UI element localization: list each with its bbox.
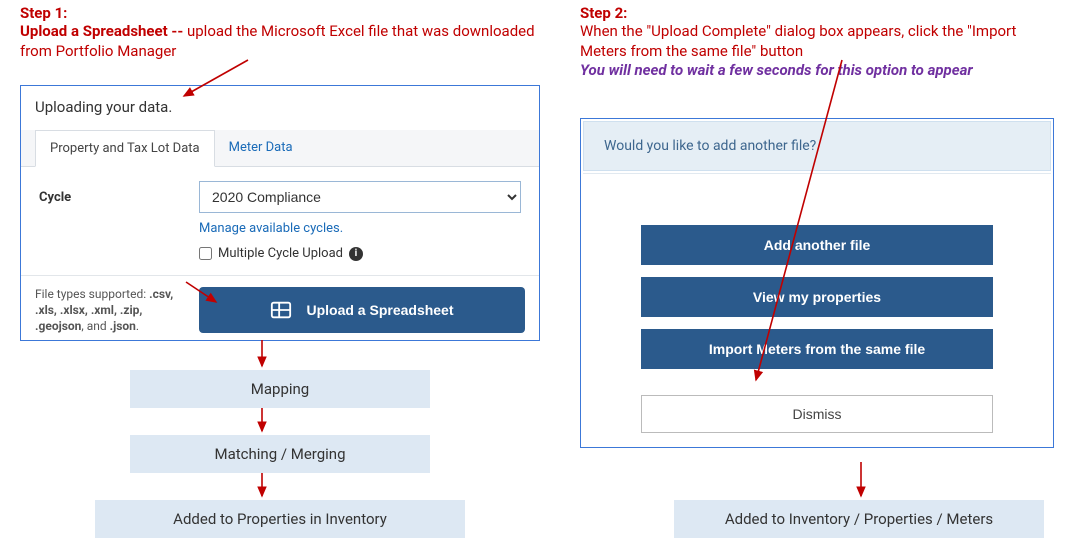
cycle-label: Cycle — [39, 190, 179, 205]
step1-bold: Upload a Spreadsheet -- — [20, 22, 187, 40]
cycle-select[interactable]: 2020 Compliance — [199, 181, 521, 213]
flow-added-inventory: Added to Properties in Inventory — [95, 500, 465, 538]
upload-spreadsheet-button[interactable]: Upload a Spreadsheet — [199, 287, 525, 333]
step2-note: You will need to wait a few seconds for … — [580, 61, 1050, 79]
cycle-row: Cycle 2020 Compliance — [21, 167, 539, 217]
multi-cycle-row: Multiple Cycle Upload i — [199, 246, 539, 261]
dialog-panel: Would you like to add another file? Add … — [580, 118, 1054, 448]
dialog-title: Would you like to add another file? — [583, 121, 1051, 171]
step1-text: Upload a Spreadsheet -- upload the Micro… — [20, 22, 540, 61]
add-another-file-button[interactable]: Add another file — [641, 225, 993, 265]
view-properties-button[interactable]: View my properties — [641, 277, 993, 317]
file-types-text: File types supported: .csv, .xls, .xlsx,… — [35, 286, 185, 335]
step2-header: Step 2: When the "Upload Complete" dialo… — [580, 4, 1050, 79]
upload-panel-title: Uploading your data. — [21, 86, 539, 130]
flow-added-meters: Added to Inventory / Properties / Meters — [674, 500, 1044, 538]
multi-cycle-checkbox[interactable] — [199, 247, 212, 260]
step1-header: Step 1: Upload a Spreadsheet -- upload t… — [20, 4, 540, 61]
flow-matching: Matching / Merging — [130, 435, 430, 473]
step2-text: When the "Upload Complete" dialog box ap… — [580, 22, 1050, 61]
info-icon[interactable]: i — [349, 247, 363, 261]
step2-label: Step 2: — [580, 4, 1050, 22]
spreadsheet-icon — [270, 299, 292, 321]
dismiss-button[interactable]: Dismiss — [641, 395, 993, 433]
manage-cycles-link[interactable]: Manage available cycles. — [199, 221, 343, 236]
upload-button-label: Upload a Spreadsheet — [306, 302, 453, 318]
tab-bar: Property and Tax Lot Data Meter Data — [21, 130, 539, 167]
upload-row: File types supported: .csv, .xls, .xlsx,… — [21, 275, 539, 335]
flow-mapping: Mapping — [130, 370, 430, 408]
tab-property[interactable]: Property and Tax Lot Data — [35, 130, 215, 167]
import-meters-button[interactable]: Import Meters from the same file — [641, 329, 993, 369]
tab-meter[interactable]: Meter Data — [215, 130, 307, 166]
button-stack: Add another file View my properties Impo… — [581, 225, 1053, 433]
multi-cycle-label: Multiple Cycle Upload — [218, 246, 343, 261]
upload-panel: Uploading your data. Property and Tax Lo… — [20, 85, 540, 341]
step1-label: Step 1: — [20, 4, 540, 22]
